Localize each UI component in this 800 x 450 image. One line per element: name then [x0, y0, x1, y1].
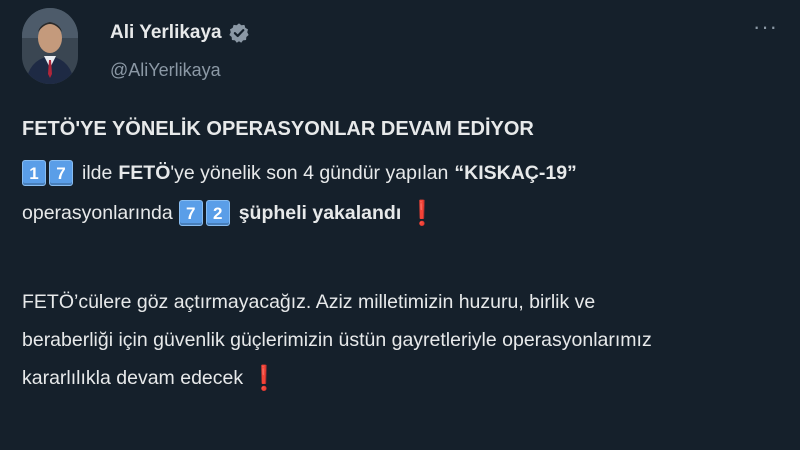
line1-text-mid: 'ye yönelik son 4 gündür yapılan: [170, 161, 449, 184]
line1-bold-operation-name: “KISKAÇ-19”: [454, 161, 577, 184]
avatar[interactable]: [22, 8, 78, 84]
paragraph-line: FETÖ’cülere göz açtırmayacağız. Aziz mil…: [22, 290, 596, 313]
tweet-headline: FETÖ'YE YÖNELİK OPERASYONLAR DEVAM EDİYO…: [22, 118, 534, 140]
author-name-row: Ali Yerlikaya: [110, 22, 250, 44]
line1-text-pre: ilde: [82, 161, 113, 184]
tweet-body: FETÖ'YE YÖNELİK OPERASYONLAR DEVAM EDİYO…: [22, 118, 792, 397]
keycap-digit-icon: 2: [205, 200, 230, 226]
keycap-digit-icon: 7: [178, 200, 203, 226]
paragraph-line-last: kararlılıkla devam edecek ❗: [22, 359, 792, 397]
avatar-portrait-icon: [22, 8, 78, 84]
author-display-name[interactable]: Ali Yerlikaya: [110, 22, 222, 44]
tweet-line-2: operasyonlarında 7 2 şüpheli yakalandı ❗: [22, 195, 792, 231]
keycap-digit-icon: 7: [49, 160, 73, 186]
tweet-header: Ali Yerlikaya @AliYerlikaya ···: [22, 8, 782, 88]
keycap-digit-icon: 1: [22, 160, 46, 186]
tweet-paragraph: FETÖ’cülere göz açtırmayacağız. Aziz mil…: [22, 283, 792, 397]
paragraph-line-text: kararlılıkla devam edecek: [22, 366, 244, 389]
paragraph-line: beraberliği için güvenlik güçlerimizin ü…: [22, 328, 652, 351]
more-options-icon[interactable]: ···: [753, 14, 778, 40]
exclamation-icon: ❗: [249, 364, 279, 392]
line2-text-pre: operasyonlarında: [22, 201, 173, 224]
verified-badge-icon: [229, 23, 249, 43]
line2-bold-suspects: şüpheli yakalandı: [238, 201, 402, 224]
author-handle[interactable]: @AliYerlikaya: [110, 60, 221, 81]
tweet-line-1: 1 7 ilde FETÖ 'ye yönelik son 4 gündür y…: [22, 151, 792, 195]
line1-bold-feto: FETÖ: [118, 161, 171, 184]
exclamation-icon: ❗: [407, 199, 438, 227]
